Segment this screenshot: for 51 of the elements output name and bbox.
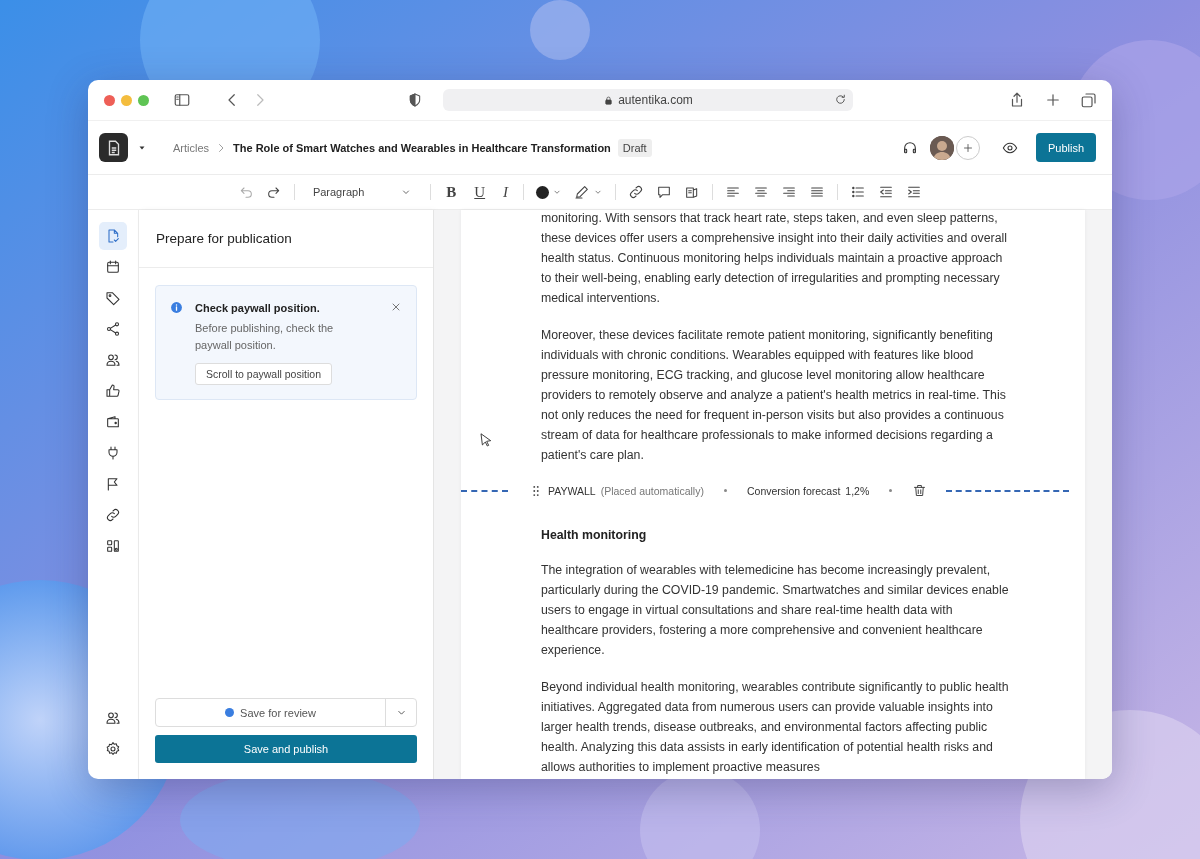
- bold-button[interactable]: B: [443, 183, 460, 201]
- paywall-note: (Placed automatically): [600, 484, 704, 497]
- align-center-icon[interactable]: [753, 184, 770, 200]
- scroll-to-paywall-button[interactable]: Scroll to paywall position: [195, 363, 332, 385]
- tabs-icon[interactable]: [1080, 91, 1098, 109]
- sidebar-icon[interactable]: [173, 91, 191, 109]
- notice-text: Before publishing, check the paywall position.: [195, 321, 335, 353]
- notice-title: Check paywall position.: [195, 302, 320, 314]
- forecast-label: Conversion forecast: [746, 484, 841, 497]
- plus-icon: [961, 141, 974, 154]
- highlighter-icon[interactable]: [574, 184, 591, 200]
- align-right-icon[interactable]: [781, 184, 798, 200]
- comment-icon[interactable]: [656, 184, 673, 200]
- headphones-icon[interactable]: [901, 139, 918, 156]
- article-paragraph: Beyond individual health monitoring, wearables contribute significantly to public health initiatives. Aggregated data from numerous users can provide valuable insights into larger health trends, disease outbreaks, and environmental factors affecting public health. Analyzing this data assists in early identification of potential health risks and allows authorities to implement proactive measures: [541, 679, 1010, 776]
- url-text: autentika.com: [618, 93, 693, 107]
- align-justify-icon[interactable]: [809, 184, 826, 200]
- italic-button[interactable]: I: [500, 183, 512, 201]
- document-check-icon[interactable]: [99, 222, 127, 250]
- outdent-icon[interactable]: [878, 184, 895, 200]
- article-paragraph: Moreover, these devices facilitate remote patient monitoring, significantly benefiting individuals with chronic conditions. Wearables equipped with features like blood pressure monitoring, ECG tracking, and glucose level monitoring allow healthcare providers to remotely observe and analyze a patient's health metrics in real-time. This not only reduces the need for frequent in-person visits but also provides a continuous stream of data for healthcare professionals to make informed decisions regarding a patient's care plan.: [541, 327, 1007, 464]
- save-and-publish-button[interactable]: Save and publish: [155, 735, 417, 763]
- avatar[interactable]: [929, 135, 954, 160]
- cursor-icon: [478, 432, 494, 448]
- trash-icon[interactable]: [912, 483, 928, 498]
- underline-button[interactable]: U: [471, 183, 489, 201]
- panel-title: Prepare for publication: [139, 210, 433, 268]
- article-paragraph: The integration of wearables with telemedicine has become increasingly prevalent, particularly during the COVID-19 pandemic. Smartwatches and similar devices enable users to engage in virtual consultations and share real-time health data with healthcare providers, fostering a more comprehensive and convenient healthcare experience.: [541, 562, 1010, 659]
- shield-icon[interactable]: [407, 92, 423, 108]
- breadcrumb-link[interactable]: Articles: [173, 141, 210, 154]
- reload-icon[interactable]: [834, 93, 847, 106]
- close-window-button[interactable]: [104, 94, 115, 106]
- close-icon[interactable]: [390, 301, 402, 313]
- paywall-label: PAYWALL: [548, 484, 596, 497]
- link-icon[interactable]: [628, 184, 645, 200]
- forecast-value: 1,2%: [845, 484, 870, 497]
- align-left-icon[interactable]: [725, 184, 742, 200]
- indent-icon[interactable]: [906, 184, 923, 200]
- publish-button[interactable]: Publish: [1035, 133, 1096, 162]
- section-heading: Health monitoring: [541, 528, 648, 542]
- bullet-list-icon[interactable]: [850, 184, 867, 200]
- text-color-picker[interactable]: [536, 185, 563, 199]
- new-tab-icon[interactable]: [1044, 91, 1062, 109]
- status-badge: Draft: [617, 138, 652, 157]
- info-icon: [170, 301, 183, 314]
- article-title: The Role of Smart Watches and Wearables in Healthcare Transformation: [233, 141, 611, 154]
- app-logo[interactable]: [99, 133, 128, 162]
- article-paragraph: monitoring. With sensors that track heart rate, steps taken, and even sleep patterns, these devices offer users a comprehensive insight into their daily activities and overall health status. Continuous monitoring helps individuals maintain a proactive approach to their well-being, enabling early detection of irregularities and prompting necessary medical interventions.: [541, 210, 1008, 307]
- address-bar[interactable]: autentika.com: [443, 89, 853, 111]
- lock-icon: [603, 94, 615, 106]
- block-style-dropdown[interactable]: Paragraph: [306, 186, 419, 198]
